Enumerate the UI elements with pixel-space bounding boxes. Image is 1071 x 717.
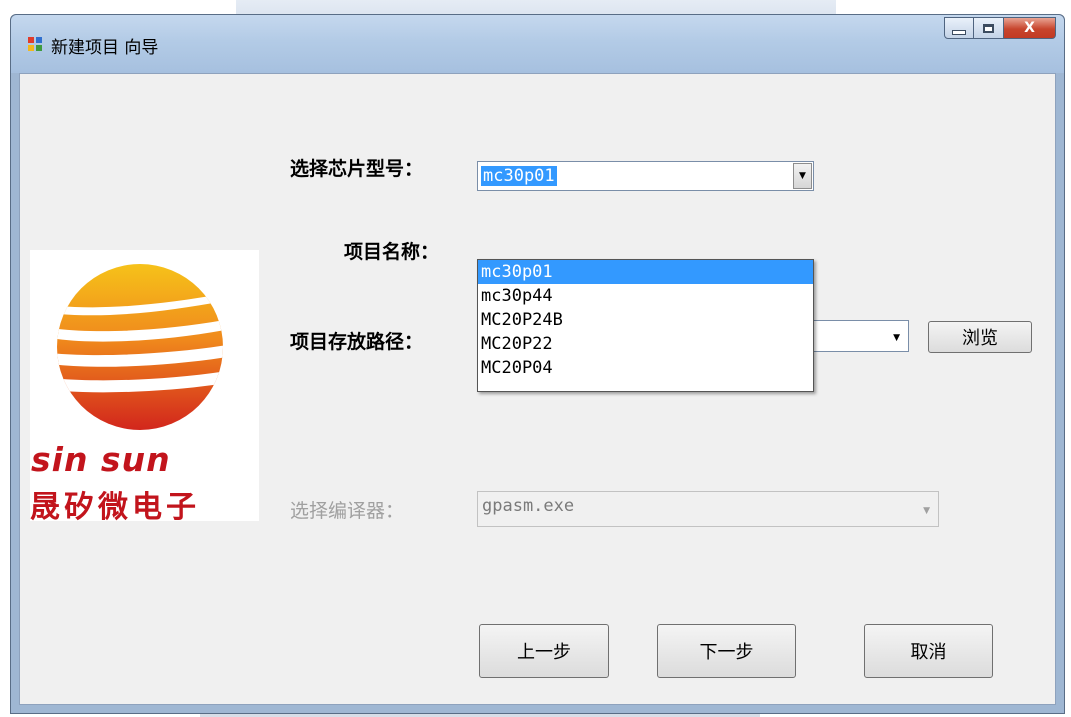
compiler-combobox: gpasm.exe ▼ <box>477 491 939 527</box>
maximize-button[interactable] <box>974 17 1004 39</box>
compiler-value: gpasm.exe <box>482 496 575 516</box>
wizard-content: sin sun 晟矽微电子 选择芯片型号： mc30p01 ▼ 项目名称： 项目… <box>19 73 1056 705</box>
app-icon <box>28 37 43 52</box>
cancel-button-label: 取消 <box>910 642 947 663</box>
compiler-label: 选择编译器： <box>290 500 405 522</box>
caption-buttons: X <box>944 17 1056 39</box>
dropdown-option[interactable]: MC20P04 <box>478 356 813 380</box>
minimize-icon <box>952 29 966 35</box>
dropdown-option[interactable]: MC20P24B <box>478 308 813 332</box>
chip-model-combobox[interactable]: mc30p01 ▼ <box>477 161 814 191</box>
chip-model-label: 选择芯片型号： <box>290 158 424 180</box>
chevron-down-icon: ▼ <box>923 506 930 516</box>
dropdown-option[interactable]: MC20P22 <box>478 332 813 356</box>
sun-logo-icon <box>57 264 223 430</box>
prev-button[interactable]: 上一步 <box>479 624 609 678</box>
browse-button-label: 浏览 <box>962 328 998 349</box>
browse-button[interactable]: 浏览 <box>928 321 1032 353</box>
dropdown-option[interactable]: mc30p01 <box>478 260 813 284</box>
next-button[interactable]: 下一步 <box>657 624 796 678</box>
close-icon: X <box>1024 20 1035 36</box>
window-title: 新建项目 向导 <box>51 38 159 58</box>
prev-button-label: 上一步 <box>517 642 571 663</box>
logo-brand-cn: 晟矽微电子 <box>30 490 200 525</box>
chevron-down-icon[interactable]: ▼ <box>893 333 900 343</box>
cancel-button[interactable]: 取消 <box>864 624 993 678</box>
chip-model-value: mc30p01 <box>481 166 557 186</box>
chip-model-dropdown-list: mc30p01 mc30p44 MC20P24B MC20P22 MC20P04 <box>477 259 814 392</box>
logo-brand-en: sin sun <box>31 440 171 479</box>
title-bar[interactable]: 新建项目 向导 X <box>11 15 1064 73</box>
dropdown-option[interactable]: mc30p44 <box>478 284 813 308</box>
project-name-label: 项目名称： <box>344 241 440 263</box>
wizard-window: 新建项目 向导 X sin sun 晟矽微电子 选择芯片型号： mc30p01 … <box>10 14 1065 714</box>
next-button-label: 下一步 <box>699 642 754 663</box>
project-path-label: 项目存放路径： <box>290 331 424 353</box>
close-button[interactable]: X <box>1004 17 1056 39</box>
sinosun-logo: sin sun 晟矽微电子 <box>30 250 259 525</box>
minimize-button[interactable] <box>944 17 974 39</box>
chevron-down-icon[interactable]: ▼ <box>793 163 812 189</box>
maximize-icon <box>983 23 994 33</box>
